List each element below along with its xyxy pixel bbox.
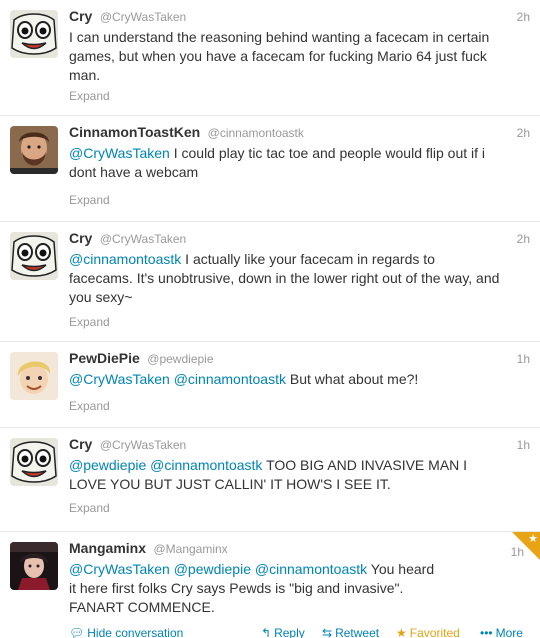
tweet-text-line: you sexy~ (69, 288, 529, 307)
retweet-label: Retweet (335, 626, 380, 638)
avatar[interactable] (10, 10, 58, 58)
mention-link[interactable]: @CryWasTaken (69, 371, 170, 387)
retweet-icon: ⇆ (322, 626, 333, 638)
author-handle[interactable]: @Mangaminx (153, 542, 227, 556)
mention-link[interactable]: @cinnamontoastk (150, 457, 262, 473)
tweet-text-line: @CryWasTaken I could play tic tac toe an… (69, 144, 529, 163)
tweet-text-segment: I could play tic tac toe and people woul… (169, 145, 486, 161)
avatar[interactable] (10, 352, 58, 400)
author-handle[interactable]: @CryWasTaken (100, 10, 186, 24)
tweet-text-segment: you sexy~ (69, 289, 133, 305)
favorite-button[interactable]: ★ Favorited (396, 626, 460, 638)
tweet-text-segment: it here first folks Cry says Pewds is "b… (69, 580, 404, 596)
mention-link[interactable]: @cinnamontoastk (174, 371, 286, 387)
tweet[interactable]: Cry @CryWasTaken 1h @pewdiepie @cinnamon… (0, 428, 540, 532)
author-handle[interactable]: @CryWasTaken (100, 438, 186, 452)
tweet-timestamp[interactable]: 2h (517, 232, 530, 246)
more-button[interactable]: ••• More (480, 626, 523, 638)
speech-bubble-icon: 💬︎ (69, 626, 85, 638)
tweet-timestamp[interactable]: 1h (511, 545, 524, 559)
tweet-expanded[interactable]: ★ Mangaminx @Mangaminx 1h @CryWasTaken @… (0, 532, 540, 638)
tweet-text-segment: man. (69, 67, 101, 83)
mention-link[interactable]: @CryWasTaken (69, 145, 170, 161)
tweet-text-segment: games, but when you have a facecam for f… (69, 48, 487, 64)
tweet-text-line: dont have a webcam (69, 163, 529, 182)
tweet-text-segment: I can understand the reasoning behind wa… (69, 29, 490, 45)
hide-conversation-link[interactable]: 💬︎ Hide conversation (69, 626, 183, 638)
tweet-text-segment: You heard (367, 561, 435, 577)
reply-button[interactable]: ↰ Reply (261, 626, 305, 638)
reply-label: Reply (274, 626, 305, 638)
tweet[interactable]: CinnamonToastKen @cinnamontoastk 2h @Cry… (0, 116, 540, 222)
mention-link[interactable]: @cinnamontoastk (69, 251, 181, 267)
tweet-timestamp[interactable]: 2h (517, 126, 530, 140)
more-label: More (495, 626, 523, 638)
tweet-text: I can understand the reasoning behind wa… (69, 28, 529, 85)
tweet-text: @cinnamontoastk I actually like your fac… (69, 250, 529, 307)
expand-link[interactable]: Expand (69, 89, 110, 103)
author-handle[interactable]: @pewdiepie (147, 352, 213, 366)
tweet-text-segment: dont have a webcam (69, 164, 199, 180)
mention-link[interactable]: @pewdiepie (174, 561, 251, 577)
tweet-text-segment: TOO BIG AND INVASIVE MAN I (262, 457, 468, 473)
avatar[interactable] (10, 126, 58, 174)
tweet[interactable]: PewDiePie @pewdiepie 1h @CryWasTaken @ci… (0, 342, 540, 428)
author-name[interactable]: CinnamonToastKen (69, 124, 200, 140)
mention-link[interactable]: @cinnamontoastk (255, 561, 367, 577)
tweet-timestamp[interactable]: 1h (517, 352, 530, 366)
tweet-text-segment: FANART COMMENCE. (69, 599, 215, 615)
tweet-text-line: I can understand the reasoning behind wa… (69, 28, 529, 47)
tweet-text-line: @cinnamontoastk I actually like your fac… (69, 250, 529, 269)
hide-conversation-label: Hide conversation (87, 626, 184, 638)
tweet-text-line: facecams. It's unobtrusive, down in the … (69, 269, 529, 288)
author-name[interactable]: Mangaminx (69, 540, 146, 556)
tweet-text-line: man. (69, 66, 529, 85)
tweet-text-segment: I actually like your facecam in regards … (181, 251, 435, 267)
tweet-text-segment: facecams. It's unobtrusive, down in the … (69, 270, 500, 286)
tweet-text-line: FANART COMMENCE. (69, 598, 529, 617)
conversation-timeline: Cry @CryWasTaken 2h I can understand the… (0, 0, 540, 638)
tweet-actions: 💬︎ Hide conversation ↰ Reply ⇆ Retweet ★ Fav… (69, 626, 530, 638)
tweet-text: @pewdiepie @cinnamontoastk TOO BIG AND I… (69, 456, 529, 494)
expand-link[interactable]: Expand (69, 501, 110, 515)
tweet-text-segment: But what about me?! (286, 371, 419, 387)
avatar[interactable] (10, 232, 58, 280)
tweet-text-line: games, but when you have a facecam for f… (69, 47, 529, 66)
tweet-text: @CryWasTaken @cinnamontoastk But what ab… (69, 370, 529, 389)
star-icon: ★ (396, 626, 407, 638)
author-handle[interactable]: @CryWasTaken (100, 232, 186, 246)
tweet-text-line: @CryWasTaken @pewdiepie @cinnamontoastk … (69, 560, 529, 579)
tweet-timestamp[interactable]: 1h (517, 438, 530, 452)
more-dots-icon: ••• (480, 626, 493, 638)
tweet-text: @CryWasTaken I could play tic tac toe an… (69, 144, 529, 182)
expand-link[interactable]: Expand (69, 399, 110, 413)
tweet-text-line: it here first folks Cry says Pewds is "b… (69, 579, 529, 598)
author-name[interactable]: Cry (69, 436, 92, 452)
tweet-text-line: @CryWasTaken @cinnamontoastk But what ab… (69, 370, 529, 389)
reply-arrow-icon: ↰ (261, 626, 272, 638)
tweet-timestamp[interactable]: 2h (517, 10, 530, 24)
mention-link[interactable]: @CryWasTaken (69, 561, 170, 577)
tweet-text: @CryWasTaken @pewdiepie @cinnamontoastk … (69, 560, 529, 617)
author-name[interactable]: Cry (69, 8, 92, 24)
mention-link[interactable]: @pewdiepie (69, 457, 146, 473)
author-handle[interactable]: @cinnamontoastk (208, 126, 304, 140)
avatar[interactable] (10, 542, 58, 590)
tweet-text-line: LOVE YOU BUT JUST CALLIN' IT HOW'S I SEE… (69, 475, 529, 494)
expand-link[interactable]: Expand (69, 193, 110, 207)
tweet[interactable]: Cry @CryWasTaken 2h @cinnamontoastk I ac… (0, 222, 540, 342)
retweet-button[interactable]: ⇆ Retweet (322, 626, 379, 638)
favorited-label: Favorited (409, 626, 460, 638)
tweet-text-line: @pewdiepie @cinnamontoastk TOO BIG AND I… (69, 456, 529, 475)
tweet-text-segment: LOVE YOU BUT JUST CALLIN' IT HOW'S I SEE… (69, 476, 391, 492)
expand-link[interactable]: Expand (69, 315, 110, 329)
tweet[interactable]: Cry @CryWasTaken 2h I can understand the… (0, 0, 540, 116)
author-name[interactable]: Cry (69, 230, 92, 246)
author-name[interactable]: PewDiePie (69, 350, 140, 366)
avatar[interactable] (10, 438, 58, 486)
